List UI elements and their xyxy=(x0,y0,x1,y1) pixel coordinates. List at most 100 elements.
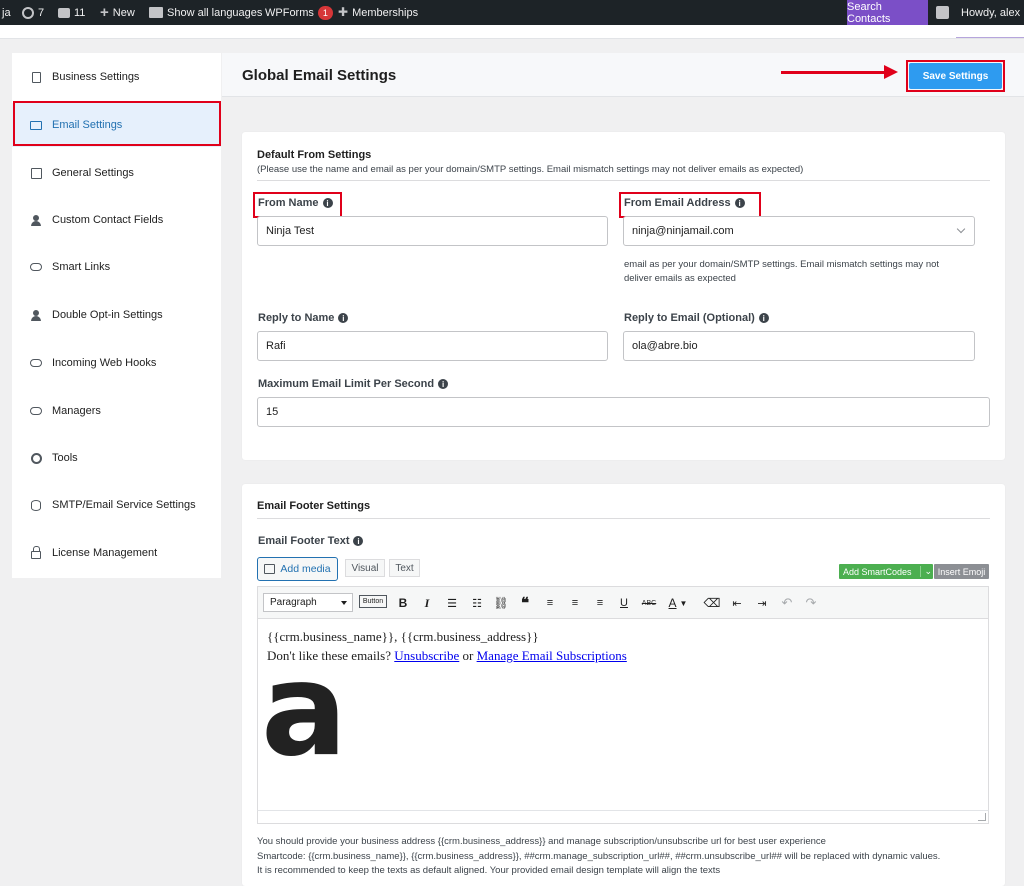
group-icon: ✚ xyxy=(338,5,349,19)
comments-count: 11 xyxy=(74,6,86,19)
tab-text[interactable]: Text xyxy=(389,559,420,577)
redo-icon[interactable]: ↷ xyxy=(803,594,819,612)
save-settings-button[interactable]: Save Settings xyxy=(909,63,1002,89)
reply-email-input[interactable] xyxy=(623,331,975,361)
info-icon[interactable]: i xyxy=(338,313,349,323)
outdent-icon[interactable]: ⇤ xyxy=(729,594,745,612)
howdy-user[interactable]: Howdy, alex xyxy=(961,0,1020,25)
link-icon xyxy=(30,357,42,369)
info-icon[interactable]: i xyxy=(438,379,449,389)
tab-visual[interactable]: Visual xyxy=(345,559,385,577)
from-email-label-text: From Email Address xyxy=(624,197,731,209)
site-name-fragment[interactable]: ja xyxy=(0,0,11,25)
updates-count: 7 xyxy=(38,6,45,19)
eraser-icon[interactable]: ⌫ xyxy=(704,594,721,612)
document-icon xyxy=(30,71,42,83)
chevron-down-icon xyxy=(956,224,966,234)
add-media-button[interactable]: Add media xyxy=(257,557,338,581)
settings-doc-icon xyxy=(30,167,42,179)
chevron-down-icon: ⌄ xyxy=(919,566,932,577)
plus-icon: + xyxy=(100,4,109,21)
from-email-select[interactable]: ninja@ninjamail.com xyxy=(623,216,975,246)
add-smartcodes-button[interactable]: Add SmartCodes ⌄ xyxy=(839,564,933,579)
sidebar-item-smart-links[interactable]: Smart Links xyxy=(12,245,221,289)
sidebar-item-label: License Management xyxy=(52,547,158,559)
memberships-link[interactable]: ✚ Memberships xyxy=(332,0,424,25)
manage-subscriptions-link[interactable]: Manage Email Subscriptions xyxy=(477,648,627,663)
editor-statusbar xyxy=(257,810,989,824)
smartcodes-label: Add SmartCodes xyxy=(843,566,912,577)
sidebar-item-license-management[interactable]: License Management xyxy=(12,531,221,575)
numbered-list-icon[interactable]: ☷ xyxy=(469,594,485,612)
comments-link[interactable]: 11 xyxy=(52,0,91,25)
brand-logo-image: a xyxy=(261,636,348,785)
gear-icon xyxy=(30,452,42,464)
undo-icon[interactable]: ↶ xyxy=(779,594,795,612)
format-select[interactable]: Paragraph xyxy=(263,593,353,612)
indent-icon[interactable]: ⇥ xyxy=(754,594,770,612)
text-color-icon[interactable]: A ▼ xyxy=(665,594,691,612)
person-icon xyxy=(30,214,42,226)
updates-link[interactable]: 7 xyxy=(16,0,50,25)
sidebar-item-incoming-web-hooks[interactable]: Incoming Web Hooks xyxy=(12,341,221,385)
sidebar-item-business-settings[interactable]: Business Settings xyxy=(12,55,221,99)
max-limit-label: Maximum Email Limit Per Second i xyxy=(258,378,449,390)
bold-icon[interactable]: B xyxy=(395,594,411,612)
info-icon[interactable]: i xyxy=(322,198,333,208)
info-icon[interactable]: i xyxy=(758,313,769,323)
wpforms-label: WPForms xyxy=(265,6,314,19)
editor-or-text: or xyxy=(459,648,477,663)
language-icon xyxy=(149,7,163,18)
admin-bar: ja 7 11 + New Show all languages WPForms… xyxy=(0,0,1024,25)
languages-label: Show all languages xyxy=(167,6,263,19)
max-limit-input[interactable] xyxy=(257,397,990,427)
align-right-icon[interactable]: ≡ xyxy=(592,594,608,612)
sidebar-item-double-opt-in[interactable]: Double Opt-in Settings xyxy=(12,293,221,337)
media-icon xyxy=(264,564,276,574)
sidebar-item-tools[interactable]: Tools xyxy=(12,436,221,480)
from-email-value: ninja@ninjamail.com xyxy=(632,225,734,237)
align-center-icon[interactable]: ≡ xyxy=(567,594,583,612)
languages-link[interactable]: Show all languages xyxy=(143,0,268,25)
link-icon[interactable]: ⛓ xyxy=(493,594,509,612)
info-icon[interactable]: i xyxy=(353,536,364,546)
wpforms-link[interactable]: WPForms 1 xyxy=(259,0,339,25)
settings-sidebar: Business Settings Email Settings General… xyxy=(12,53,221,578)
memberships-label: Memberships xyxy=(352,6,419,19)
strikethrough-icon[interactable]: ABC xyxy=(641,594,657,612)
sidebar-item-email-settings[interactable]: Email Settings xyxy=(12,103,221,147)
sidebar-item-general-settings[interactable]: General Settings xyxy=(12,151,221,195)
wpforms-badge: 1 xyxy=(317,5,333,20)
footer-editor[interactable]: {{crm.business_name}}, {{crm.business_ad… xyxy=(257,619,989,824)
editor-toolbar: Paragraph Button B I ☰ ☷ ⛓ ❝ ≡ ≡ ≡ U ABC… xyxy=(257,586,989,619)
sidebar-item-label: Custom Contact Fields xyxy=(52,214,164,226)
reply-name-label: Reply to Name i xyxy=(258,312,349,324)
sidebar-item-label: Business Settings xyxy=(52,71,140,83)
refresh-icon xyxy=(22,6,34,19)
default-from-title: Default From Settings xyxy=(257,149,372,161)
new-content-link[interactable]: + New xyxy=(94,0,141,25)
italic-icon[interactable]: I xyxy=(419,594,435,612)
person-icon xyxy=(30,309,42,321)
page-title: Global Email Settings xyxy=(242,67,397,84)
info-icon[interactable]: i xyxy=(734,198,745,208)
reply-name-input[interactable] xyxy=(257,331,608,361)
unsubscribe-link[interactable]: Unsubscribe xyxy=(394,648,459,663)
sidebar-item-managers[interactable]: Managers xyxy=(12,389,221,433)
blockquote-icon[interactable]: ❝ xyxy=(517,594,533,612)
resize-handle-icon[interactable] xyxy=(978,813,986,821)
footer-note-1: You should provide your business address… xyxy=(257,836,826,847)
sidebar-item-smtp-settings[interactable]: SMTP/Email Service Settings xyxy=(12,483,221,527)
bullet-list-icon[interactable]: ☰ xyxy=(444,594,460,612)
underline-icon[interactable]: U xyxy=(616,594,632,612)
insert-emoji-button[interactable]: Insert Emoji xyxy=(934,564,989,579)
default-from-subtitle: (Please use the name and email as per yo… xyxy=(257,164,804,175)
align-left-icon[interactable]: ≡ xyxy=(542,594,558,612)
sidebar-item-custom-contact-fields[interactable]: Custom Contact Fields xyxy=(12,198,221,242)
search-contacts-button[interactable]: Search Contacts xyxy=(847,0,928,25)
sidebar-item-label: Tools xyxy=(52,452,78,464)
notification-icon[interactable] xyxy=(936,6,949,19)
add-media-label: Add media xyxy=(280,563,331,575)
insert-button-tool[interactable]: Button xyxy=(359,595,387,608)
from-name-input[interactable] xyxy=(257,216,608,246)
